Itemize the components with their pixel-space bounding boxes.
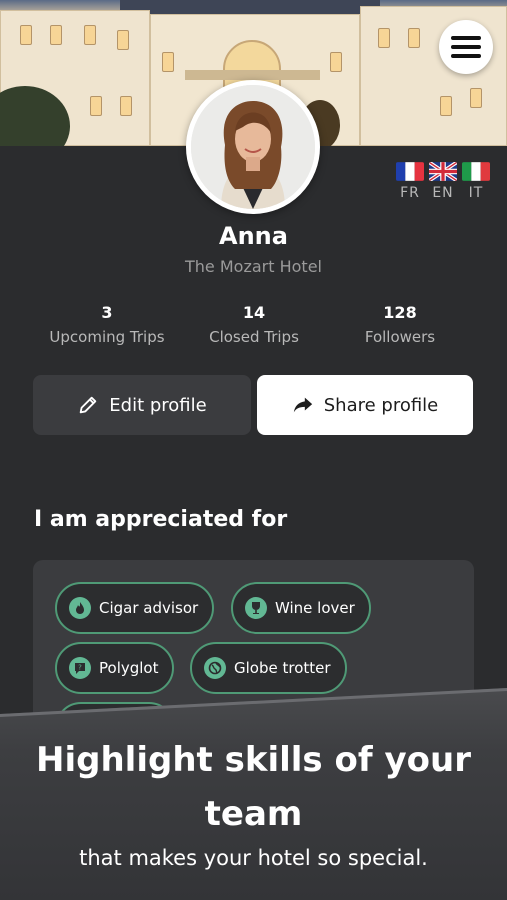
promo-subline: that makes your hotel so special. [79,846,428,870]
profile-name: Anna [219,222,288,250]
share-profile-button[interactable]: Share profile [257,375,473,435]
stat-label: Upcoming Trips [49,328,165,346]
globe-icon [204,657,226,679]
tag-wine-lover[interactable]: Wine lover [231,582,371,634]
stat-value: 3 [101,303,113,322]
language-it[interactable]: IT [462,162,490,201]
menu-button[interactable] [439,20,493,74]
tag-label: Cigar advisor [99,599,199,617]
stat-value: 128 [383,303,417,322]
tag-label: Polyglot [99,659,159,677]
language-code: EN [432,185,454,201]
stat-label: Followers [364,328,436,346]
flame-icon [69,597,91,619]
language-fr[interactable]: FR [396,162,424,201]
profile-avatar [186,80,320,214]
tag-label: Globe trotter [234,659,331,677]
share-arrow-icon [293,397,312,413]
italy-flag-icon [462,162,490,181]
wine-glass-icon [245,597,267,619]
speech-bubble-icon: ? [69,657,91,679]
language-code: FR [400,185,420,201]
stat-upcoming-trips[interactable]: 3 Upcoming Trips [27,303,187,346]
edit-profile-label: Edit profile [109,394,207,416]
uk-flag-icon [429,162,457,181]
language-selector: FR EN IT [396,162,490,201]
stat-label: Closed Trips [209,328,299,346]
appreciation-title: I am appreciated for [34,507,288,532]
edit-profile-button[interactable]: Edit profile [33,375,251,435]
promo-headline: Highlight skills of your team [36,740,471,834]
stat-closed-trips[interactable]: 14 Closed Trips [174,303,334,346]
pencil-icon [80,396,97,414]
tag-globe-trotter[interactable]: Globe trotter [190,642,347,694]
tag-label: Wine lover [275,599,355,617]
tag-cigar-advisor[interactable]: Cigar advisor [55,582,215,634]
profile-hotel: The Mozart Hotel [185,257,322,276]
tag-polyglot[interactable]: ? Polyglot [55,642,175,694]
france-flag-icon [396,162,424,181]
svg-text:?: ? [78,664,82,672]
stat-followers[interactable]: 128 Followers [320,303,480,346]
stat-value: 14 [242,303,266,322]
hamburger-icon [451,36,481,58]
share-profile-label: Share profile [323,394,439,416]
language-code: IT [468,185,484,201]
language-en[interactable]: EN [429,162,457,201]
